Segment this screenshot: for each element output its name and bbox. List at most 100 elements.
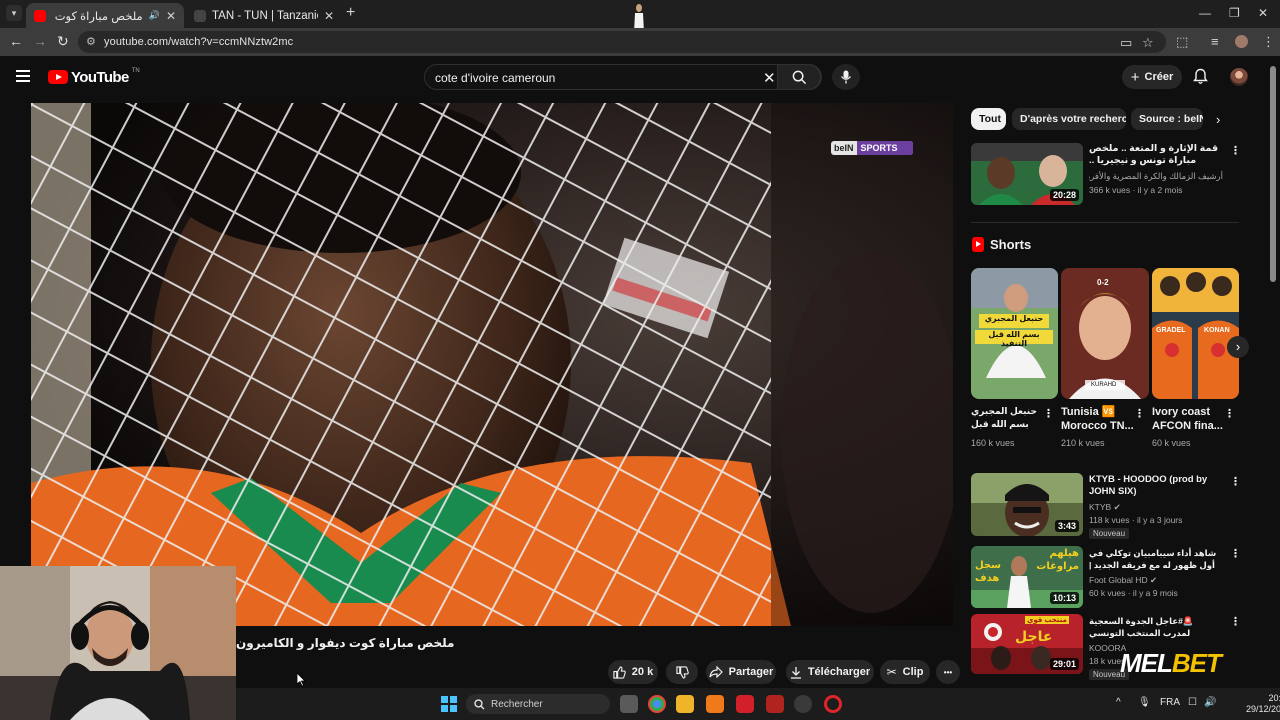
page-scrollbar[interactable] (1270, 66, 1276, 282)
section-divider (971, 222, 1239, 223)
cast-icon[interactable]: ▭ (1120, 35, 1132, 51)
file-explorer-icon[interactable] (676, 695, 694, 713)
short-thumbnail[interactable]: حنبعل المجبري بسم الله قبل التنفيذ (971, 268, 1058, 399)
rec-channel[interactable]: KTYB ✔ (1089, 502, 1121, 513)
create-label: Créer (1144, 71, 1174, 83)
bookmark-star-icon[interactable]: ☆ (1142, 35, 1154, 51)
taskbar-search[interactable]: Rechercher (466, 694, 610, 714)
menu-icon[interactable] (16, 70, 30, 82)
youtube-logo[interactable]: YouTube TN (48, 68, 140, 86)
browser-menu-icon[interactable]: ⋮ (1262, 34, 1275, 50)
rec-channel[interactable]: Foot Global HD ✔ (1089, 575, 1157, 586)
rec-thumbnail[interactable]: هيلهم مراوغات سجل هدف 10:13 (971, 546, 1083, 608)
reading-list-icon[interactable]: ≡ (1211, 34, 1219, 49)
rec-title[interactable]: 🚨#عاجل الجدوة السعجية لمدرب المنتخب التو… (1089, 615, 1223, 640)
browser-toolbar: ← → ↻ ⚙ youtube.com/watch?v=ccmNNztw2mc … (0, 28, 1280, 56)
rec-title[interactable]: قمة الإثارة و المتعة .. ملخص مباراة تونس… (1089, 143, 1223, 168)
thumbnail-image (1061, 268, 1149, 399)
account-avatar[interactable] (1230, 68, 1248, 86)
chip-all[interactable]: Tout (971, 108, 1006, 130)
more-actions-button[interactable]: ••• (936, 660, 960, 684)
windows-start-icon[interactable] (441, 696, 457, 712)
profile-avatar[interactable] (1235, 35, 1248, 48)
rec-channel[interactable]: أرشيف الزمالك والكرة المصرية والأفريقية (1089, 171, 1223, 182)
rec-menu-icon[interactable]: ⋮ (1230, 549, 1241, 560)
close-tab-icon[interactable]: ✕ (166, 9, 176, 23)
rec-title[interactable]: KTYB - HOODOO (prod by JOHN SIX) (1089, 474, 1223, 499)
tab-youtube-video[interactable]: ملخص مباراة كوت ديفوار و ال... 🔊 ✕ (26, 3, 184, 28)
download-button[interactable]: Télécharger (786, 660, 874, 684)
mic-tray-icon[interactable]: 🎙 (1138, 697, 1151, 708)
app-icon[interactable] (766, 695, 784, 713)
rec-menu-icon[interactable]: ⋮ (1230, 146, 1241, 157)
plus-icon: + (1130, 68, 1140, 86)
create-button[interactable]: + Créer (1122, 65, 1182, 89)
taskbar-search-label: Rechercher (491, 698, 543, 710)
rec-menu-icon[interactable]: ⋮ (1230, 477, 1241, 488)
opera-icon[interactable] (824, 695, 842, 713)
short-title[interactable]: حنبعل المجبري بسم الله قبل التنفيذ (971, 405, 1045, 433)
site-info-icon[interactable]: ⚙ (86, 35, 98, 48)
rec-thumbnail[interactable]: 3:43 (971, 473, 1083, 536)
minimize-icon[interactable]: — (1199, 6, 1211, 20)
shorts-next-button[interactable]: › (1227, 336, 1249, 358)
address-bar[interactable]: ⚙ youtube.com/watch?v=ccmNNztw2mc ▭ ☆ (78, 31, 1166, 53)
restore-icon[interactable]: ❐ (1229, 6, 1240, 20)
close-tab-icon[interactable]: ✕ (324, 9, 334, 23)
app-icon[interactable] (706, 695, 724, 713)
thumb-text: سجل (975, 560, 1001, 571)
youtube-masthead: YouTube TN cote d'ivoire cameroun ✕ + Cr… (0, 56, 1280, 98)
like-button[interactable]: 20 k (608, 660, 658, 684)
app-icon[interactable] (794, 695, 812, 713)
tab-tan-tun[interactable]: TAN - TUN | Tanzanie - Tunisie | ... ✕ (186, 3, 342, 28)
tab-search-button[interactable]: ▾ (6, 5, 22, 21)
rec-thumbnail[interactable]: منتخب قوي عاجل 29:01 (971, 614, 1083, 674)
short-title[interactable]: Ivory coast AFCON fina... (1152, 405, 1226, 433)
task-view-icon[interactable] (620, 695, 638, 713)
clock-time: 20:22 (1268, 693, 1280, 703)
extensions-icon[interactable]: ⬚ (1176, 34, 1188, 50)
short-caption-bottom: بسم الله قبل التنفيذ (988, 330, 1040, 348)
short-title[interactable]: Tunisia 🆚 Morocco TN... (1061, 405, 1135, 433)
clear-search-icon[interactable]: ✕ (763, 69, 776, 87)
dislike-button[interactable] (666, 660, 698, 684)
short-thumbnail[interactable]: GRADEL KONAN (1152, 268, 1239, 399)
app-icon[interactable] (736, 695, 754, 713)
tray-chevron-icon[interactable]: ^ (1116, 697, 1121, 708)
short-score: 0-2 (1097, 278, 1109, 287)
bell-icon[interactable] (1193, 68, 1208, 85)
chrome-icon[interactable] (648, 695, 666, 713)
video-title: ملخص مباراة كوت ديفوار و الكاميرون (236, 636, 455, 650)
clip-button[interactable]: ✂ Clip (880, 660, 930, 684)
chip-source[interactable]: Source : beIN Sports (1131, 108, 1203, 130)
rec-title[interactable]: شاهد أداء سيبامبيان توكلي في أول ظهور له… (1089, 547, 1223, 572)
short-tag: KURAHD (1091, 382, 1117, 388)
audio-icon[interactable]: 🔊 (149, 10, 160, 21)
brand-right: BET (1171, 648, 1222, 678)
short-menu-icon[interactable]: ⋮ (1043, 409, 1054, 420)
taskbar-clock[interactable]: 20:22 29/12/2025 (1246, 693, 1280, 715)
reload-icon[interactable]: ↻ (57, 34, 69, 48)
rec-menu-icon[interactable]: ⋮ (1230, 617, 1241, 628)
search-box[interactable]: cote d'ivoire cameroun ✕ (424, 64, 822, 90)
video-player[interactable]: beIN SPORTS (31, 103, 953, 626)
share-button[interactable]: Partager (706, 660, 776, 684)
rec-thumbnail[interactable]: 20:28 (971, 143, 1083, 205)
close-window-icon[interactable]: ✕ (1258, 6, 1268, 20)
search-input[interactable]: cote d'ivoire cameroun (435, 71, 555, 85)
url-text: youtube.com/watch?v=ccmNNztw2mc (104, 36, 294, 48)
short-menu-icon[interactable]: ⋮ (1224, 409, 1235, 420)
network-icon[interactable]: ☐ (1188, 697, 1197, 708)
short-menu-icon[interactable]: ⋮ (1134, 409, 1145, 420)
voice-search-button[interactable] (832, 64, 860, 90)
rec-meta: 60 k vues · il y a 9 mois (1089, 588, 1178, 598)
search-button[interactable] (777, 64, 821, 90)
language-indicator[interactable]: FRA (1160, 697, 1180, 708)
chip-related-search[interactable]: D'après votre recherche (1012, 108, 1126, 130)
chevron-right-icon[interactable]: › (1216, 112, 1220, 127)
forward-icon[interactable]: → (33, 34, 47, 48)
back-icon[interactable]: ← (9, 34, 23, 48)
short-thumbnail[interactable]: 0-2 KURAHD (1061, 268, 1149, 399)
new-tab-button[interactable]: + (346, 5, 355, 21)
volume-icon[interactable]: 🔊 (1204, 697, 1216, 708)
